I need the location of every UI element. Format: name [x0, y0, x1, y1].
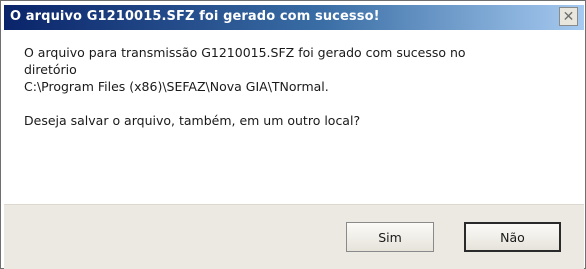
dialog-message: O arquivo para transmissão G1210015.SFZ …: [24, 44, 564, 129]
message-path: C:\Program Files (x86)\SEFAZ\Nova GIA\TN…: [24, 79, 329, 94]
title-bar[interactable]: O arquivo G1210015.SFZ foi gerado com su…: [4, 5, 584, 30]
no-button[interactable]: Não: [464, 222, 561, 252]
message-line: O arquivo para transmissão G1210015.SFZ …: [24, 45, 466, 60]
message-question: Deseja salvar o arquivo, também, em um o…: [24, 113, 361, 128]
button-bar: Sim Não: [4, 204, 584, 269]
no-button-label: Não: [500, 229, 525, 245]
close-button[interactable]: ✕: [559, 7, 578, 26]
yes-button[interactable]: Sim: [346, 222, 434, 252]
message-dialog: O arquivo G1210015.SFZ foi gerado com su…: [0, 0, 586, 269]
dialog-title: O arquivo G1210015.SFZ foi gerado com su…: [10, 9, 380, 24]
close-icon: ✕: [562, 8, 575, 25]
message-line: diretório: [24, 62, 77, 77]
yes-button-label: Sim: [378, 229, 402, 245]
